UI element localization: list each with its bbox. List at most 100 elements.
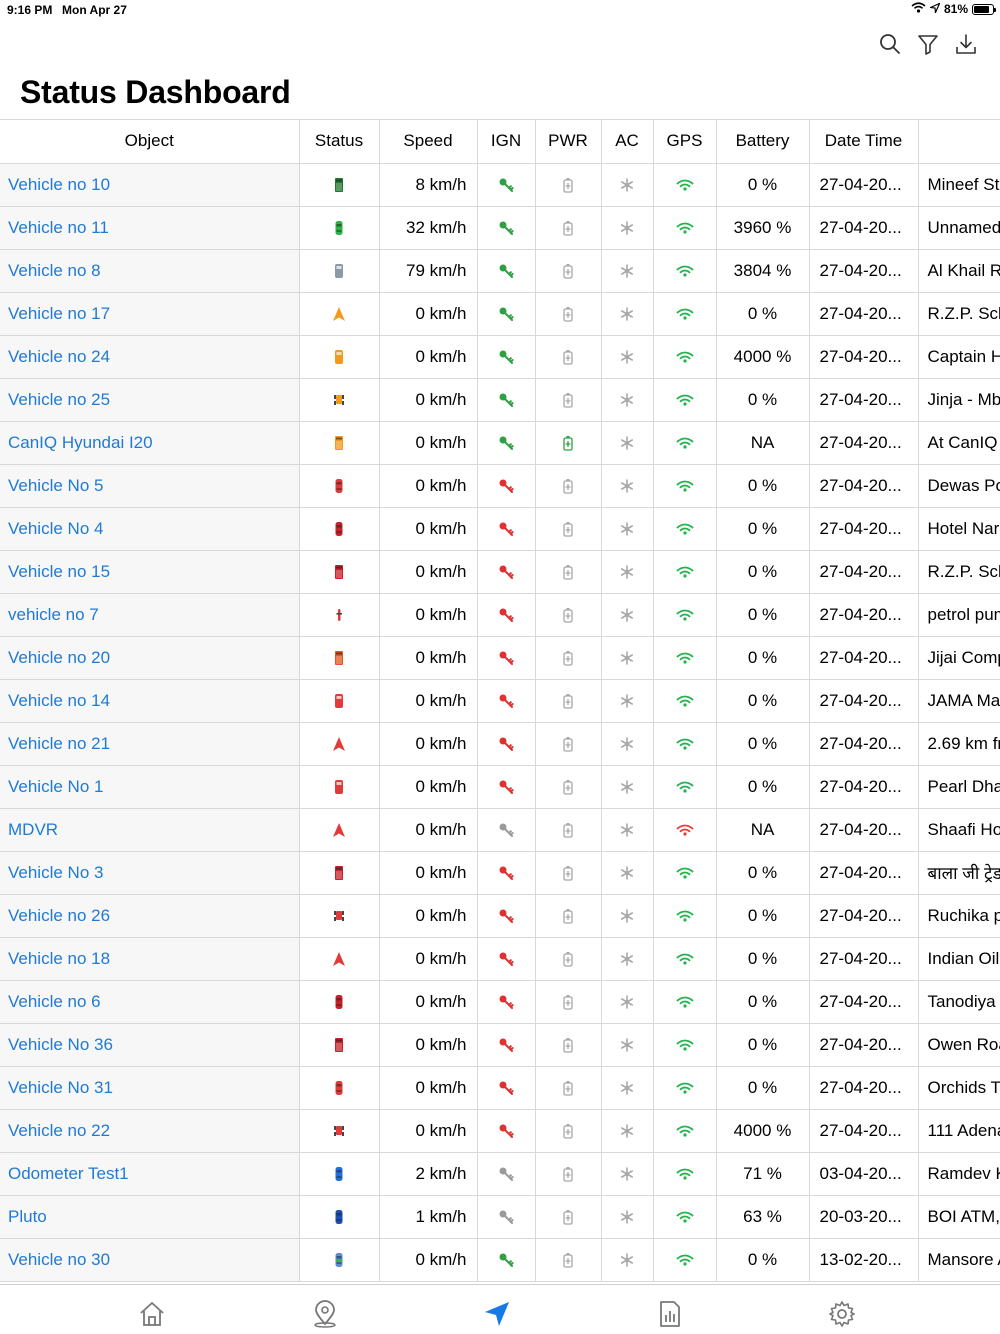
table-row[interactable]: Vehicle no 11 32 km/h 3960 % 27-04-20... Unn… <box>0 206 1000 250</box>
table-row[interactable]: Vehicle no 14 0 km/h 0 % 27-04-20... JAMA Ma… <box>0 679 1000 723</box>
table-row[interactable]: Vehicle no 24 0 km/h 4000 % 27-04-20... Capt… <box>0 335 1000 379</box>
header-location[interactable] <box>918 120 1000 164</box>
object-name-link[interactable]: Pluto <box>0 1195 300 1239</box>
table-row[interactable]: vehicle no 7 0 km/h 0 % 27-04-20... petrol p… <box>0 593 1000 637</box>
object-name-link[interactable]: Vehicle No 4 <box>0 507 300 551</box>
power-battery-icon <box>563 436 573 451</box>
status-cell <box>299 851 380 895</box>
table-row[interactable]: Vehicle no 22 0 km/h 4000 % 27-04-20... 111 … <box>0 1109 1000 1153</box>
object-name-link[interactable]: Vehicle no 14 <box>0 679 300 723</box>
status-table-container[interactable]: Object Status Speed IGN PWR AC GPS Batte… <box>0 119 1000 1283</box>
object-name-link[interactable]: Vehicle No 5 <box>0 464 300 508</box>
table-row[interactable]: Vehicle no 6 0 km/h 0 % 27-04-20... Tanodiya… <box>0 980 1000 1024</box>
gps-signal-icon <box>676 1168 693 1180</box>
table-row[interactable]: Vehicle no 17 0 km/h 0 % 27-04-20... R.Z.P. … <box>0 292 1000 336</box>
ac-cell <box>601 292 654 336</box>
vehicle-status-icon <box>335 436 343 451</box>
header-speed[interactable]: Speed <box>379 120 478 164</box>
search-button[interactable] <box>878 32 902 56</box>
object-name-link[interactable]: Vehicle no 26 <box>0 894 300 938</box>
table-row[interactable]: Vehicle No 5 0 km/h 0 %27-04-20...Dewas Po… <box>0 464 1000 508</box>
download-button[interactable] <box>954 32 978 56</box>
table-row[interactable]: Vehicle No 4 0 km/h 0 % 27-04-20... Hotel Na… <box>0 507 1000 551</box>
tab-settings[interactable] <box>827 1299 857 1329</box>
object-name-link[interactable]: Vehicle No 31 <box>0 1066 300 1110</box>
ign-cell <box>477 679 536 723</box>
ac-cell <box>601 249 654 293</box>
header-datetime[interactable]: Date Time <box>809 120 919 164</box>
table-row[interactable]: MDVR 0 km/h NA27-04-20...Shaafi Hos <box>0 808 1000 852</box>
filter-button[interactable] <box>916 32 940 56</box>
vehicle-status-icon <box>335 694 343 709</box>
object-name-link[interactable]: Vehicle no 25 <box>0 378 300 422</box>
object-name-link[interactable]: Vehicle no 17 <box>0 292 300 336</box>
ign-cell <box>477 249 536 293</box>
table-row[interactable]: Pluto 1 km/h 63 %20-03-20...BOI ATM, A <box>0 1195 1000 1239</box>
ac-snowflake-icon <box>620 264 633 278</box>
object-name-link[interactable]: Vehicle no 22 <box>0 1109 300 1153</box>
table-row[interactable]: Vehicle no 25 0 km/h 0 % 27-04-20... Jinja -… <box>0 378 1000 422</box>
table-row[interactable]: Odometer Test1 2 km/h 71 % 03-04-20... Ramde… <box>0 1152 1000 1196</box>
object-name-link[interactable]: Vehicle no 21 <box>0 722 300 766</box>
header-battery[interactable]: Battery <box>716 120 810 164</box>
table-row[interactable]: Vehicle No 36 0 km/h 0 % 27-04-20... Owen Ro… <box>0 1023 1000 1067</box>
object-name-link[interactable]: Vehicle no 30 <box>0 1238 300 1282</box>
speed-cell: 2 km/h <box>379 1152 478 1196</box>
datetime-cell: 27-04-20... <box>809 1066 919 1110</box>
gps-signal-icon <box>676 566 693 578</box>
table-row[interactable]: Vehicle no 10 8 km/h 0 % 27-04-20... Mineef … <box>0 163 1000 207</box>
location-cell: Captain He <box>918 335 1000 379</box>
object-name-link[interactable]: Vehicle No 3 <box>0 851 300 895</box>
ignition-key-icon <box>499 1167 514 1182</box>
location-cell: Pearl Dhab <box>918 765 1000 809</box>
header-ac[interactable]: AC <box>601 120 654 164</box>
object-name-link[interactable]: Vehicle no 24 <box>0 335 300 379</box>
datetime-cell: 27-04-20... <box>809 1023 919 1067</box>
gps-signal-icon <box>676 652 693 664</box>
table-row[interactable]: Vehicle No 1 0 km/h 0 % 27-04-20... Pearl Dh… <box>0 765 1000 809</box>
power-battery-icon <box>563 178 573 193</box>
table-row[interactable]: CanIQ Hyundai I20 0 km/h NA 27-04-20... At C… <box>0 421 1000 465</box>
table-row[interactable]: Vehicle no 21 0 km/h 0 % 27-04-20... 2.69 km… <box>0 722 1000 766</box>
object-name-link[interactable]: Vehicle No 1 <box>0 765 300 809</box>
object-name-link[interactable]: CanIQ Hyundai I20 <box>0 421 300 465</box>
table-row[interactable]: Vehicle no 18 0 km/h 0 % 27-04-20... Indian … <box>0 937 1000 981</box>
object-name-link[interactable]: Vehicle no 18 <box>0 937 300 981</box>
object-name-link[interactable]: Vehicle no 20 <box>0 636 300 680</box>
tab-reports[interactable] <box>655 1299 685 1329</box>
table-row[interactable]: Vehicle no 15 0 km/h 0 % 27-04-20... R.Z.P. … <box>0 550 1000 594</box>
pwr-cell <box>535 1109 602 1153</box>
header-object[interactable]: Object <box>0 120 300 164</box>
header-ign[interactable]: IGN <box>477 120 536 164</box>
ac-cell <box>601 163 654 207</box>
status-cell <box>299 335 380 379</box>
report-icon <box>660 1301 680 1327</box>
object-name-link[interactable]: MDVR <box>0 808 300 852</box>
tab-home[interactable] <box>137 1299 167 1329</box>
tab-map[interactable] <box>310 1299 340 1329</box>
table-row[interactable]: Vehicle No 31 0 km/h 0 % 27-04-20... Orchids… <box>0 1066 1000 1110</box>
table-row[interactable]: Vehicle no 20 0 km/h 0 % 27-04-20... Jijai C… <box>0 636 1000 680</box>
object-name-link[interactable]: Vehicle No 36 <box>0 1023 300 1067</box>
object-name-link[interactable]: Vehicle no 8 <box>0 249 300 293</box>
header-pwr[interactable]: PWR <box>535 120 602 164</box>
tab-navigation[interactable] <box>482 1299 512 1329</box>
table-row[interactable]: Vehicle no 8 79 km/h 3804 % 27-04-20... Al K… <box>0 249 1000 293</box>
object-name-link[interactable]: Vehicle no 6 <box>0 980 300 1024</box>
object-name-link[interactable]: Vehicle no 10 <box>0 163 300 207</box>
table-row[interactable]: Vehicle no 26 0 km/h 0 % 27-04-20... Ruchika… <box>0 894 1000 938</box>
table-row[interactable]: Vehicle no 30 0 km/h 0 % 13-02-20... Mansore… <box>0 1238 1000 1282</box>
ign-cell <box>477 1152 536 1196</box>
object-name-link[interactable]: Vehicle no 15 <box>0 550 300 594</box>
object-name-link[interactable]: vehicle no 7 <box>0 593 300 637</box>
header-status[interactable]: Status <box>299 120 380 164</box>
ignition-key-icon <box>499 909 514 924</box>
header-gps[interactable]: GPS <box>653 120 717 164</box>
status-cell <box>299 163 380 207</box>
gps-signal-icon <box>676 222 693 234</box>
gps-signal-icon <box>676 996 693 1008</box>
object-name-link[interactable]: Vehicle no 11 <box>0 206 300 250</box>
object-name-link[interactable]: Odometer Test1 <box>0 1152 300 1196</box>
table-row[interactable]: Vehicle No 3 0 km/h 0 % 27-04-20... बाला जी … <box>0 851 1000 895</box>
power-battery-icon <box>563 737 573 752</box>
